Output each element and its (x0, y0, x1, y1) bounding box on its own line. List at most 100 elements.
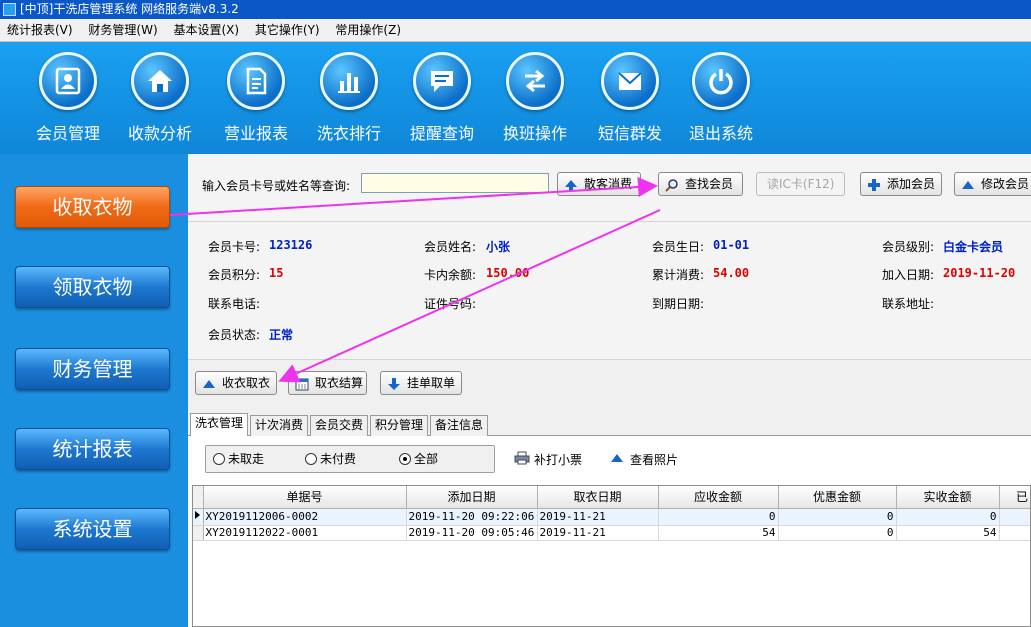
home-icon (131, 52, 189, 110)
points-value: 15 (269, 266, 284, 280)
column-header-receivable[interactable]: 应收金额 (658, 486, 779, 509)
tab-points-management[interactable]: 积分管理 (370, 415, 428, 436)
filter-not-picked[interactable]: 未取走 (213, 452, 264, 466)
table-row[interactable]: XY2019112022-0001 2019-11-20 09:05:46 20… (193, 525, 1030, 541)
toolbar-label: 换班操作 (502, 124, 567, 143)
chat-bubble-icon (413, 52, 471, 110)
toolbar-reminder-query[interactable]: 提醒查询 (401, 42, 483, 154)
toolbar-member-management[interactable]: 会员管理 (27, 42, 109, 154)
card-no-label: 会员卡号: (208, 240, 261, 254)
menu-common-operations[interactable]: 常用操作(Z) (328, 19, 406, 42)
reprint-receipt-button[interactable]: 补打小票 (514, 451, 582, 468)
add-member-label: 添加会员 (887, 177, 936, 191)
toolbar-laundry-ranking[interactable]: 洗衣排行 (308, 42, 390, 154)
up-triangle-icon (961, 177, 975, 199)
member-name-value: 小张 (486, 240, 511, 254)
tab-member-payment[interactable]: 会员交费 (310, 415, 368, 436)
window-title: [中顶]干洗店管理系统 网络服务端v8.3.2 (20, 2, 239, 16)
cell-receivable: 54 (658, 525, 779, 541)
cell-added-date: 2019-11-20 09:05:46 (406, 525, 538, 541)
menu-basic-settings[interactable]: 基本设置(X) (166, 19, 244, 42)
calendar-icon (295, 376, 309, 398)
toolbar-exit-system[interactable]: 退出系统 (680, 42, 762, 154)
envelope-icon (601, 52, 659, 110)
toolbar-business-report[interactable]: 营业报表 (215, 42, 297, 154)
hang-order-button[interactable]: 挂单取单 (380, 371, 462, 395)
column-header-order-no[interactable]: 单据号 (203, 486, 407, 509)
member-search-input[interactable] (361, 173, 549, 193)
column-header-pickup-date[interactable]: 取衣日期 (537, 486, 659, 509)
cell-order-no: XY2019112022-0001 (203, 525, 407, 541)
view-photo-button[interactable]: 查看照片 (610, 451, 678, 468)
nav-statistics-report[interactable]: 统计报表 (15, 428, 170, 470)
toolbar-payment-analysis[interactable]: 收款分析 (119, 42, 201, 154)
member-name-label: 会员姓名: (424, 240, 477, 254)
cell-added-date: 2019-11-20 09:22:06 (406, 508, 538, 526)
main-toolbar: 会员管理 收款分析 营业报表 洗衣排行 提醒查询 换班操作 短信群发 退出系统 (0, 42, 1031, 154)
tab-bar: 洗衣管理 计次消费 会员交费 积分管理 备注信息 (188, 412, 1031, 437)
points-label: 会员积分: (208, 268, 261, 282)
cell-received: 54 (896, 525, 1000, 541)
up-arrow-icon (564, 177, 578, 199)
printer-icon (514, 451, 530, 468)
toolbar-label: 洗衣排行 (316, 124, 381, 143)
collect-clothes-button[interactable]: 收衣取衣 (195, 371, 277, 395)
toolbar-label: 短信群发 (597, 124, 662, 143)
column-header-received[interactable]: 实收金额 (896, 486, 1000, 509)
table-header-row: 单据号 添加日期 取衣日期 应收金额 优惠金额 实收金额 已 (193, 486, 1030, 509)
laundry-management-panel: 未取走 未付费 全部 补打小票 查看照片 单据号 添加日期 取衣日期 应收金额 … (188, 436, 1031, 627)
total-spent-label: 累计消费: (652, 268, 705, 282)
cell-more (999, 525, 1030, 541)
find-member-label: 查找会员 (685, 177, 734, 191)
member-card-icon (39, 52, 97, 110)
expiry-date-label: 到期日期: (652, 297, 705, 311)
toolbar-sms-broadcast[interactable]: 短信群发 (589, 42, 671, 154)
read-ic-card-button[interactable]: 读IC卡(F12) (756, 172, 845, 196)
menu-other-operations[interactable]: 其它操作(Y) (248, 19, 325, 42)
nav-system-settings[interactable]: 系统设置 (15, 508, 170, 550)
cell-received: 0 (896, 508, 1000, 526)
nav-finance-management[interactable]: 财务管理 (15, 348, 170, 390)
tab-notes[interactable]: 备注信息 (430, 415, 488, 436)
radio-checked-icon (399, 453, 411, 465)
power-icon (692, 52, 750, 110)
cell-receivable: 0 (658, 508, 779, 526)
column-header-added-date[interactable]: 添加日期 (406, 486, 538, 509)
pickup-settlement-label: 取衣结算 (315, 376, 364, 390)
row-pointer-icon (193, 508, 204, 526)
cell-discount: 0 (778, 508, 897, 526)
cell-order-no: XY2019112006-0002 (203, 508, 407, 526)
toolbar-shift-change[interactable]: 换班操作 (494, 42, 576, 154)
nav-collect-clothes[interactable]: 收取衣物 (15, 186, 170, 228)
tab-laundry-management[interactable]: 洗衣管理 (190, 413, 248, 437)
total-spent-value: 54.00 (713, 266, 750, 280)
member-level-value: 白金卡会员 (943, 240, 1004, 254)
balance-label: 卡内余额: (424, 268, 477, 282)
add-member-button[interactable]: 添加会员 (860, 172, 942, 196)
toolbar-label: 会员管理 (35, 124, 100, 143)
member-search-bar: 输入会员卡号或姓名等查询: 散客消费 查找会员 读IC卡(F12) 添加会员 修… (188, 154, 1031, 222)
menu-statistics[interactable]: 统计报表(V) (0, 19, 78, 42)
menu-finance[interactable]: 财务管理(W) (81, 19, 162, 42)
left-nav: 收取衣物 领取衣物 财务管理 统计报表 系统设置 (0, 154, 188, 627)
column-header-discount[interactable]: 优惠金额 (778, 486, 897, 509)
find-member-button[interactable]: 查找会员 (658, 172, 743, 196)
hang-order-label: 挂单取单 (407, 376, 456, 390)
edit-member-button[interactable]: 修改会员 (954, 172, 1031, 196)
filter-unpaid-label: 未付费 (320, 452, 357, 466)
toolbar-label: 营业报表 (223, 124, 288, 143)
view-photo-label: 查看照片 (630, 453, 679, 467)
filter-all[interactable]: 全部 (399, 452, 438, 466)
pickup-settlement-button[interactable]: 取衣结算 (288, 371, 367, 395)
column-header-more[interactable]: 已 (999, 486, 1030, 509)
table-row[interactable]: XY2019112006-0002 2019-11-20 09:22:06 20… (193, 508, 1030, 526)
orders-table[interactable]: 单据号 添加日期 取衣日期 应收金额 优惠金额 实收金额 已 XY2019112… (192, 485, 1031, 627)
walk-in-consumption-button[interactable]: 散客消费 (557, 172, 641, 196)
nav-pickup-clothes[interactable]: 领取衣物 (15, 266, 170, 308)
cell-more (999, 508, 1030, 526)
magnifier-icon (665, 177, 679, 199)
up-triangle-icon (202, 376, 216, 398)
app-icon (3, 3, 16, 16)
filter-unpaid[interactable]: 未付费 (305, 452, 356, 466)
tab-count-consumption[interactable]: 计次消费 (250, 415, 308, 436)
